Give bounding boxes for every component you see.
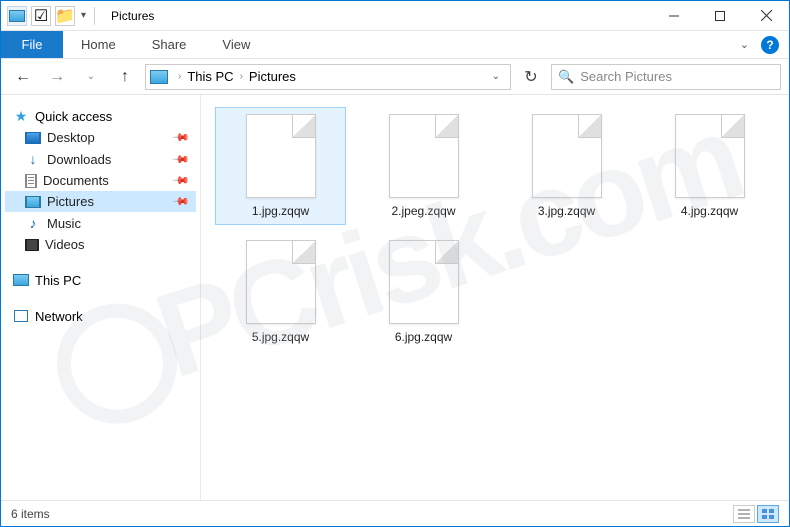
sidebar-item-label: Pictures	[47, 194, 94, 209]
status-item-count: 6 items	[11, 507, 50, 521]
explorer-window: ☑ 📁 ▾ Pictures File Home Share View ⌄ ? …	[0, 0, 790, 527]
help-icon[interactable]: ?	[761, 36, 779, 54]
pin-icon: 📌	[172, 128, 191, 147]
refresh-button[interactable]: ↻	[517, 64, 545, 90]
file-name: 5.jpg.zqqw	[252, 330, 309, 344]
sidebar-item-label: Desktop	[47, 130, 95, 145]
file-pane[interactable]: 1.jpg.zqqw 2.jpeg.zqqw 3.jpg.zqqw 4.jpg.zqq…	[201, 95, 789, 500]
back-button[interactable]: ←	[9, 63, 37, 91]
sidebar-item-label: Music	[47, 216, 81, 231]
chevron-right-icon[interactable]: ›	[236, 71, 247, 82]
file-grid: 1.jpg.zqqw 2.jpeg.zqqw 3.jpg.zqqw 4.jpg.zqq…	[215, 107, 775, 351]
minimize-button[interactable]	[651, 1, 697, 30]
status-bar: 6 items	[1, 500, 789, 526]
file-icon	[246, 114, 316, 198]
file-name: 3.jpg.zqqw	[538, 204, 595, 218]
pin-icon: 📌	[172, 192, 191, 211]
titlebar: ☑ 📁 ▾ Pictures	[1, 1, 789, 31]
breadcrumb-segment-thispc[interactable]: This PC	[187, 69, 233, 84]
qat-properties-icon[interactable]: ☑	[31, 6, 51, 26]
close-button[interactable]	[743, 1, 789, 30]
file-item[interactable]: 3.jpg.zqqw	[501, 107, 632, 225]
details-view-button[interactable]	[733, 505, 755, 523]
sidebar-item-documents[interactable]: Documents 📌	[5, 170, 196, 191]
up-button[interactable]: ↑	[111, 63, 139, 91]
quick-access-group: ★ Quick access Desktop📌↓Downloads📌Docume…	[5, 105, 196, 255]
search-input[interactable]: 🔍 Search Pictures	[551, 64, 781, 90]
breadcrumb-root-icon[interactable]	[150, 70, 168, 84]
file-name: 6.jpg.zqqw	[395, 330, 452, 344]
breadcrumb-dropdown-icon[interactable]: ⌄	[486, 71, 506, 82]
qat-customize-icon[interactable]: ▾	[79, 10, 88, 21]
tab-home[interactable]: Home	[63, 31, 134, 58]
music-icon: ♪	[25, 215, 41, 231]
address-bar: ← → ⌄ ↑ › This PC › Pictures ⌄ ↻ 🔍 Searc…	[1, 59, 789, 95]
sidebar-item-downloads[interactable]: ↓ Downloads 📌	[5, 148, 196, 170]
content-area: ★ Quick access Desktop📌↓Downloads📌Docume…	[1, 95, 789, 500]
star-icon: ★	[13, 108, 29, 124]
sidebar-item-label: Quick access	[35, 109, 112, 124]
file-name: 1.jpg.zqqw	[252, 204, 309, 218]
search-icon: 🔍	[558, 69, 574, 85]
file-icon	[675, 114, 745, 198]
pic-icon	[25, 196, 41, 208]
sidebar-this-pc[interactable]: This PC	[5, 269, 196, 291]
sidebar-quick-access[interactable]: ★ Quick access	[5, 105, 196, 127]
tab-view[interactable]: View	[204, 31, 268, 58]
chevron-right-icon[interactable]: ›	[174, 71, 185, 82]
pin-icon: 📌	[172, 171, 191, 190]
qat-divider	[94, 7, 95, 25]
file-icon	[532, 114, 602, 198]
forward-button[interactable]: →	[43, 63, 71, 91]
sidebar-item-label: Documents	[43, 173, 109, 188]
file-icon	[389, 240, 459, 324]
maximize-button[interactable]	[697, 1, 743, 30]
window-title: Pictures	[111, 9, 154, 23]
breadcrumb[interactable]: › This PC › Pictures ⌄	[145, 64, 511, 90]
file-item[interactable]: 1.jpg.zqqw	[215, 107, 346, 225]
sidebar-item-label: This PC	[35, 273, 81, 288]
sidebar-item-label: Network	[35, 309, 83, 324]
recent-locations-icon[interactable]: ⌄	[77, 63, 105, 91]
desktop-icon	[25, 132, 41, 144]
file-item[interactable]: 6.jpg.zqqw	[358, 233, 489, 351]
breadcrumb-segment-pictures[interactable]: Pictures	[249, 69, 296, 84]
thumbnails-view-button[interactable]	[757, 505, 779, 523]
file-tab[interactable]: File	[1, 31, 63, 58]
doc-icon	[25, 174, 37, 188]
downloads-icon: ↓	[25, 151, 41, 167]
search-placeholder: Search Pictures	[580, 69, 672, 84]
pc-icon	[13, 272, 29, 288]
tab-share[interactable]: Share	[134, 31, 205, 58]
file-icon	[246, 240, 316, 324]
file-name: 4.jpg.zqqw	[681, 204, 738, 218]
ribbon: File Home Share View ⌄ ?	[1, 31, 789, 59]
sidebar-item-music[interactable]: ♪ Music	[5, 212, 196, 234]
file-item[interactable]: 5.jpg.zqqw	[215, 233, 346, 351]
sidebar-item-pictures[interactable]: Pictures 📌	[5, 191, 196, 212]
sidebar-item-desktop[interactable]: Desktop 📌	[5, 127, 196, 148]
network-icon	[13, 308, 29, 324]
qat-folder-icon[interactable]: 📁	[55, 6, 75, 26]
quick-access-toolbar: ☑ 📁 ▾	[1, 6, 103, 26]
sidebar-item-label: Downloads	[47, 152, 111, 167]
video-icon	[25, 239, 39, 251]
sidebar-item-label: Videos	[45, 237, 85, 252]
pin-icon: 📌	[172, 150, 191, 169]
window-controls	[651, 1, 789, 30]
app-icon[interactable]	[7, 6, 27, 26]
sidebar-network[interactable]: Network	[5, 305, 196, 327]
file-item[interactable]: 4.jpg.zqqw	[644, 107, 775, 225]
expand-ribbon-icon[interactable]: ⌄	[740, 38, 749, 51]
sidebar-item-videos[interactable]: Videos	[5, 234, 196, 255]
navigation-pane: ★ Quick access Desktop📌↓Downloads📌Docume…	[1, 95, 201, 500]
view-toggles	[733, 505, 779, 523]
file-icon	[389, 114, 459, 198]
file-name: 2.jpeg.zqqw	[391, 204, 455, 218]
file-item[interactable]: 2.jpeg.zqqw	[358, 107, 489, 225]
